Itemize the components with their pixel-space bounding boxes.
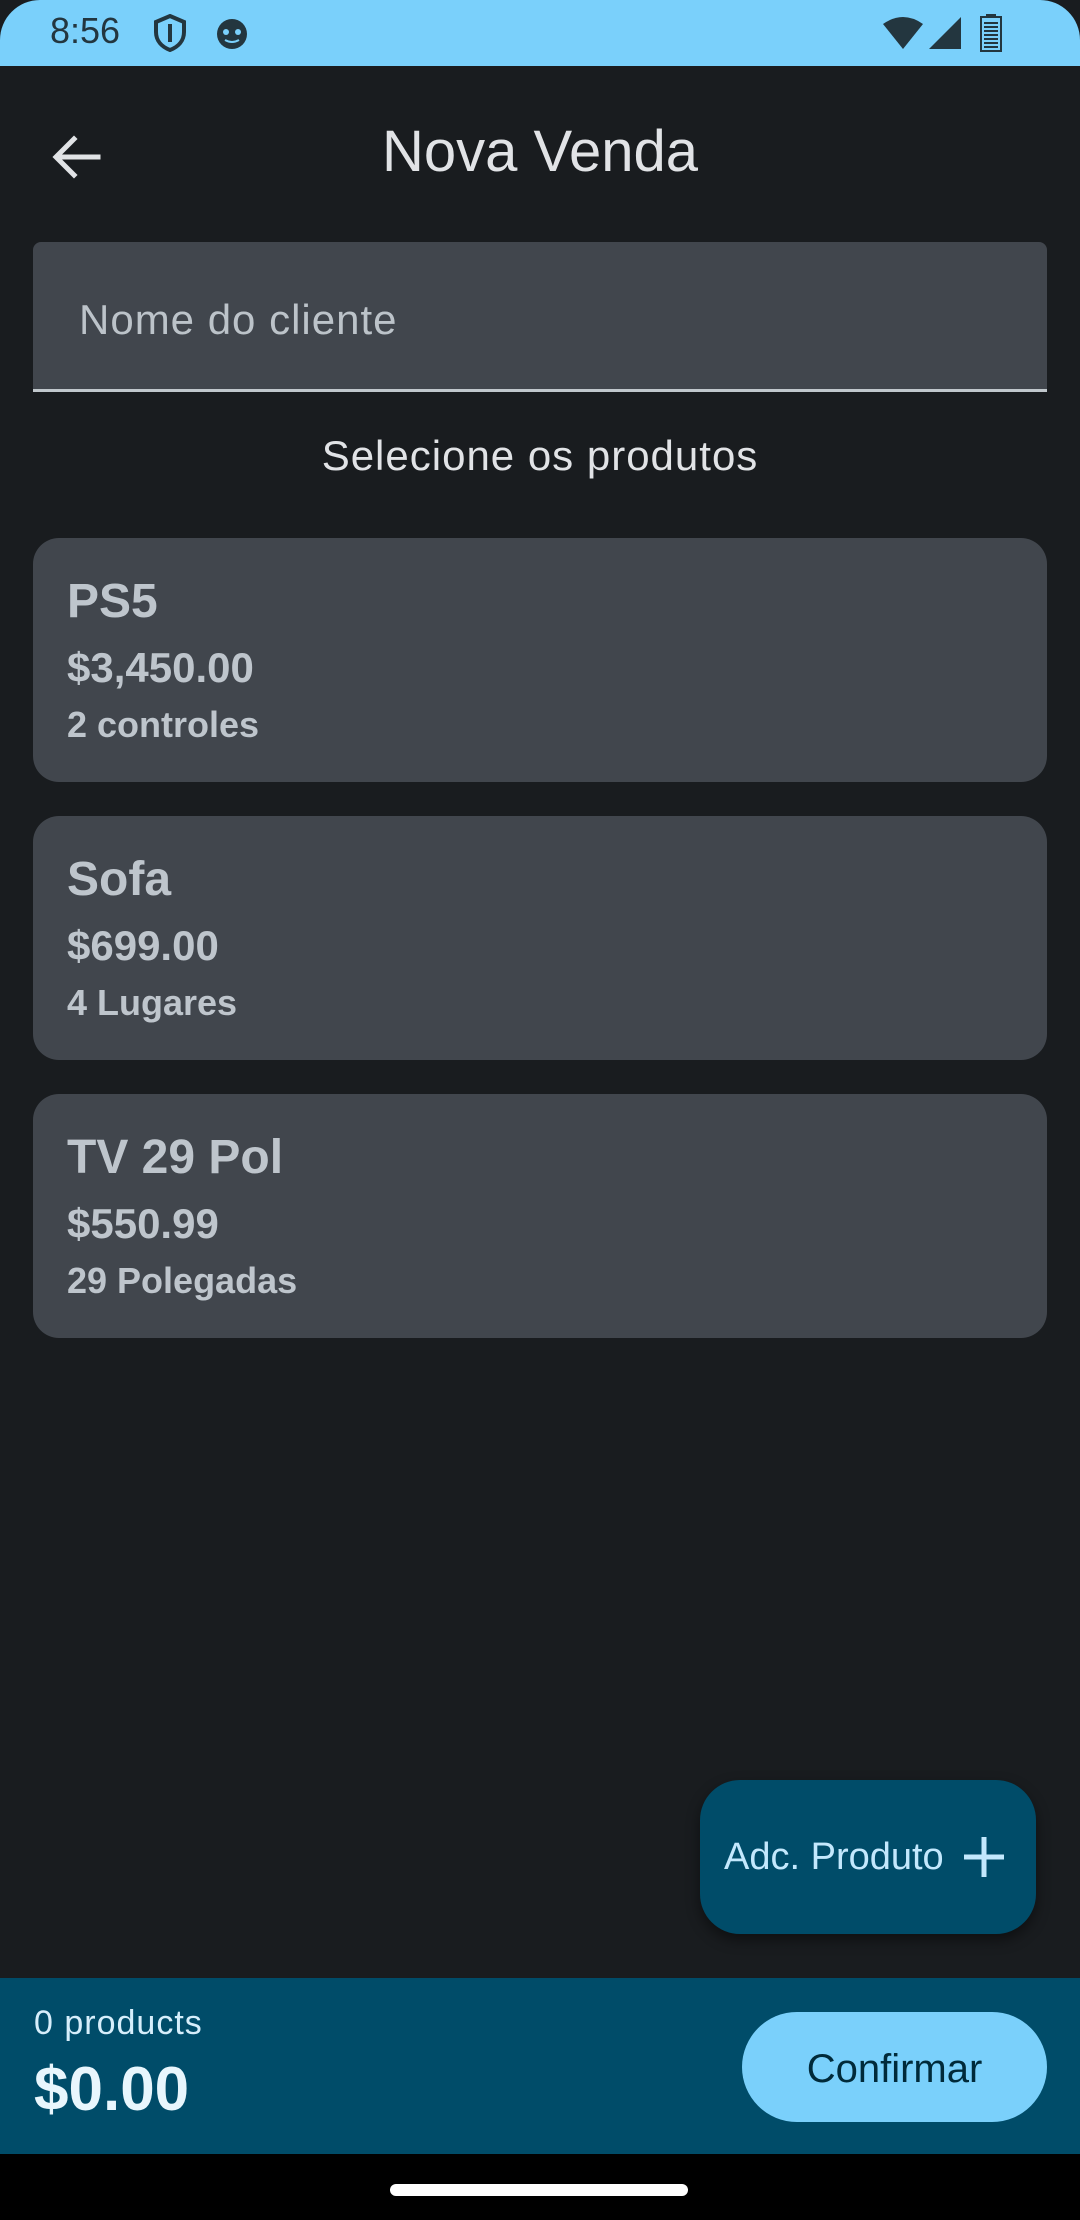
status-time: 8:56 (50, 10, 121, 51)
product-card[interactable]: PS5 $3,450.00 2 controles (33, 538, 1047, 782)
face-icon (214, 14, 250, 57)
status-bar: 8:56 (0, 0, 1080, 66)
confirm-button[interactable]: Confirmar (742, 2012, 1047, 2122)
product-card[interactable]: Sofa $699.00 4 Lugares (33, 816, 1047, 1060)
battery-icon (980, 14, 1002, 57)
total-amount: $0.00 (34, 2055, 190, 2124)
navigation-bar (0, 2154, 1080, 2220)
product-description: 29 Polegadas (67, 1260, 298, 1301)
product-name: PS5 (67, 575, 158, 628)
client-name-field[interactable]: Nome do cliente (33, 242, 1047, 392)
product-name: TV 29 Pol (67, 1131, 284, 1184)
signal-icon (928, 16, 962, 55)
product-price: $3,450.00 (67, 644, 254, 691)
home-indicator[interactable] (390, 2184, 688, 2196)
order-summary-bar: 0 products $0.00 Confirmar (0, 1978, 1080, 2154)
product-card[interactable]: TV 29 Pol $550.99 29 Polegadas (33, 1094, 1047, 1338)
plus-icon (964, 1837, 1004, 1877)
confirm-label: Confirmar (806, 2047, 983, 2091)
product-description: 2 controles (67, 704, 260, 745)
client-name-placeholder: Nome do cliente (79, 296, 398, 343)
select-products-label: Selecione os produtos (321, 432, 759, 479)
product-price: $550.99 (67, 1200, 219, 1247)
product-count: 0 products (34, 2004, 203, 2042)
product-description: 4 Lugares (67, 982, 238, 1023)
shield-icon (152, 13, 188, 57)
product-price: $699.00 (67, 922, 219, 969)
page-title: Nova Venda (381, 119, 699, 184)
add-product-button[interactable]: Adc. Produto (700, 1780, 1036, 1934)
wifi-icon (882, 16, 924, 55)
add-product-label: Adc. Produto (724, 1836, 944, 1878)
product-name: Sofa (67, 853, 172, 906)
